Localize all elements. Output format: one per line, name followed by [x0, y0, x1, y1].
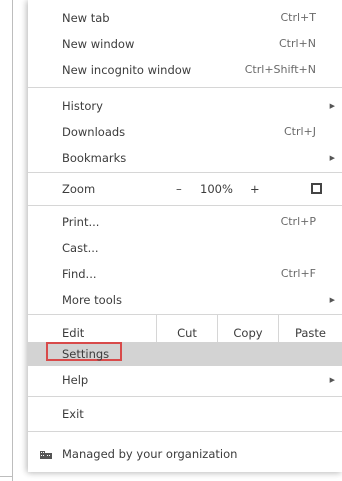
background-window-edge [12, 0, 13, 481]
zoom-out-button[interactable]: – [176, 177, 182, 201]
menu-separator [28, 431, 342, 432]
zoom-level: 100% [200, 182, 233, 196]
menu-item-cast[interactable]: Cast... [28, 236, 342, 260]
menu-item-print[interactable]: Print... Ctrl+P [28, 210, 342, 234]
menu-item-shortcut: Ctrl+P [280, 215, 316, 228]
menu-item-exit[interactable]: Exit [28, 402, 342, 426]
menu-item-label: Zoom [62, 182, 96, 196]
menu-item-downloads[interactable]: Downloads Ctrl+J [28, 120, 342, 144]
menu-item-label: Print... [62, 215, 100, 229]
building-icon [40, 451, 52, 459]
chevron-right-icon: ▶ [329, 102, 335, 110]
menu-item-label: Bookmarks [62, 151, 127, 165]
chevron-right-icon: ▶ [329, 154, 335, 162]
menu-item-shortcut: Ctrl+F [280, 267, 316, 280]
menu-item-label: History [62, 99, 103, 113]
menu-item-label: Cast... [62, 241, 99, 255]
menu-item-label: New window [62, 37, 135, 51]
menu-item-label: Settings [62, 347, 110, 361]
menu-item-label: More tools [62, 293, 122, 307]
background-window-edge-bottom [0, 476, 12, 477]
menu-item-new-tab[interactable]: New tab Ctrl+T [28, 6, 342, 30]
menu-separator [28, 172, 342, 173]
menu-item-zoom: Zoom – 100% + [28, 177, 342, 201]
menu-item-label: Help [62, 373, 89, 387]
menu-separator [28, 205, 342, 206]
menu-item-managed[interactable]: Managed by your organization [28, 441, 342, 467]
chrome-main-menu: New tab Ctrl+T New window Ctrl+N New inc… [28, 0, 342, 472]
menu-item-settings[interactable]: Settings [28, 342, 342, 366]
menu-item-label: Exit [62, 407, 84, 421]
chevron-right-icon: ▶ [329, 376, 335, 384]
menu-item-more-tools[interactable]: More tools ▶ [28, 288, 342, 312]
menu-item-label: New tab [62, 11, 110, 25]
menu-item-help[interactable]: Help ▶ [28, 368, 342, 392]
menu-separator [28, 396, 342, 397]
menu-item-find[interactable]: Find... Ctrl+F [28, 262, 342, 286]
menu-item-shortcut: Ctrl+T [280, 11, 316, 24]
menu-item-shortcut: Ctrl+J [283, 125, 316, 138]
menu-item-history[interactable]: History ▶ [28, 94, 342, 118]
menu-separator [28, 87, 342, 88]
menu-item-label: Downloads [62, 125, 126, 139]
menu-item-new-window[interactable]: New window Ctrl+N [28, 32, 342, 56]
menu-item-new-incognito-window[interactable]: New incognito window Ctrl+Shift+N [28, 58, 342, 82]
menu-item-label: New incognito window [62, 63, 192, 77]
menu-item-bookmarks[interactable]: Bookmarks ▶ [28, 146, 342, 170]
zoom-in-button[interactable]: + [250, 177, 260, 201]
menu-item-shortcut: Ctrl+N [278, 37, 316, 50]
chevron-right-icon: ▶ [329, 296, 335, 304]
menu-item-label: Managed by your organization [62, 447, 238, 461]
menu-item-shortcut: Ctrl+Shift+N [244, 63, 316, 76]
menu-item-label: Find... [62, 267, 97, 281]
fullscreen-icon[interactable] [311, 183, 322, 194]
